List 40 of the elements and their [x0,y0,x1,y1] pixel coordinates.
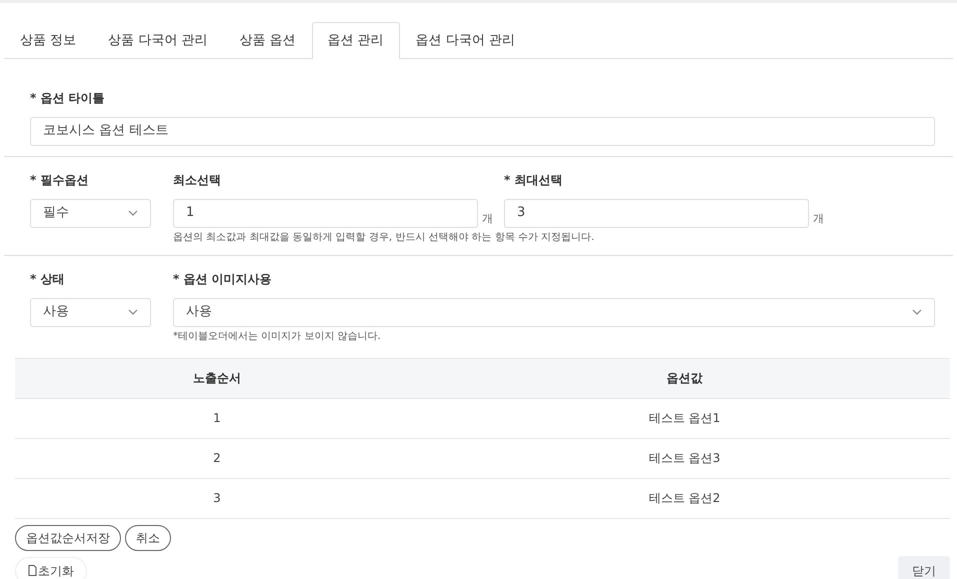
column-header: 옵션값 [419,358,950,398]
pill-button[interactable]: 옵션값순서저장 [15,524,121,550]
pill-button[interactable]: 취소 [125,524,171,550]
number-field[interactable]: 1 [173,198,478,228]
unit-label: 개 [482,210,493,226]
select-value: 사용 [186,303,212,322]
table-cell: 3 [15,478,419,518]
select-field[interactable]: 필수 [30,198,151,228]
unit-label: 개 [813,210,824,226]
field-label: 최소선택 [173,172,222,188]
reset-button[interactable]: 초기화 [15,556,87,579]
close-button[interactable]: 닫기 [898,556,950,579]
table-cell: 테스트 옵션1 [419,398,950,438]
tab[interactable]: 상품 옵션 [223,22,312,58]
table-cell: 테스트 옵션2 [419,478,950,518]
chevron-down-icon [128,309,138,315]
table-cell: 1 [15,398,419,438]
tab[interactable]: 상품 다국어 관리 [92,22,224,58]
help-text: 옵션의 최소값과 최대값을 동일하게 입력할 경우, 반드시 선택해야 하는 항목 수가 지정됩니다. [173,230,596,244]
column-header: 노출순서 [15,358,419,398]
field-label: * 상태 [30,270,66,288]
document-icon [28,565,37,576]
chevron-down-icon [912,309,922,315]
select-value: 필수 [43,204,69,222]
table-cell: 테스트 옵션3 [419,438,950,478]
tab[interactable]: 옵션 다국어 관리 [400,22,531,58]
chevron-down-icon [128,210,138,216]
tab[interactable]: 옵션 관리 [312,22,400,58]
text-field[interactable]: 코보시스 옵션 테스트 [30,116,935,146]
select-value: 사용 [43,303,69,322]
table-cell: 2 [15,438,419,478]
select-field[interactable]: 사용 [173,298,935,326]
help-text: *테이블오더에서는 이미지가 보이지 않습니다. [173,330,382,344]
field-label: * 옵션 이미지사용 [173,270,273,288]
field-label: * 최대선택 [504,172,564,188]
tab[interactable]: 상품 정보 [4,22,92,58]
number-field[interactable]: 3 [504,198,809,228]
select-field[interactable]: 사용 [30,298,151,326]
field-label: * 필수옵션 [30,172,90,188]
field-label: * 옵션 타이틀 [30,90,106,106]
